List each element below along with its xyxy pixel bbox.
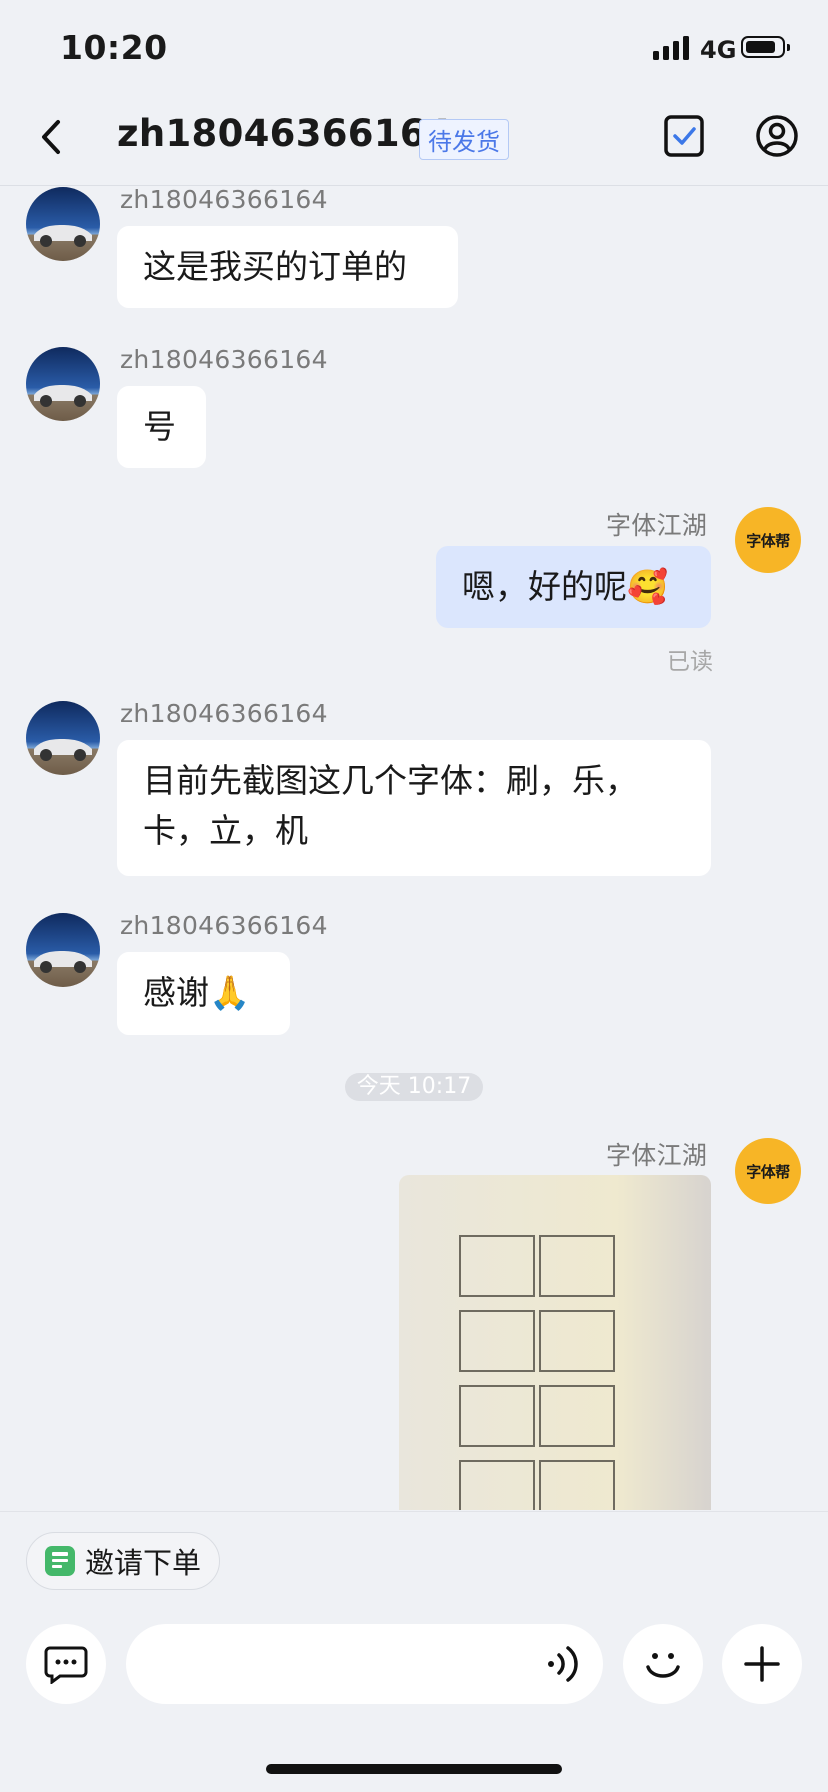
- car-avatar-icon: [34, 385, 92, 407]
- photo-cell: [539, 1385, 615, 1447]
- brand-logo-text: 字体帮: [746, 1162, 790, 1181]
- keyboard-toggle-button[interactable]: [26, 1624, 106, 1704]
- voice-button[interactable]: [543, 1641, 583, 1687]
- battery-icon: [741, 36, 790, 58]
- photo-cell: [459, 1235, 535, 1297]
- message-bubble[interactable]: 嗯，好的呢🥰: [436, 546, 711, 628]
- message-bubble[interactable]: 这是我买的订单的: [117, 226, 458, 308]
- timestamp-pill: 今天 10:17: [345, 1073, 483, 1101]
- message-bubble[interactable]: 目前先截图这几个字体：刷，乐， 卡，立，机: [117, 740, 711, 876]
- photo-cell: [459, 1385, 535, 1447]
- invite-order-label: 邀请下单: [85, 1546, 202, 1580]
- checkbox-icon: [664, 115, 704, 157]
- sender-name: zh18046366164: [120, 185, 328, 214]
- message-line: 目前先截图这几个字体：刷，乐，: [143, 761, 638, 800]
- back-button[interactable]: [30, 110, 74, 164]
- brand-logo-text: 字体帮: [746, 531, 790, 550]
- avatar[interactable]: [26, 187, 100, 261]
- home-indicator: [266, 1764, 562, 1774]
- sender-name: 字体江湖: [606, 1141, 708, 1170]
- avatar[interactable]: [26, 701, 100, 775]
- message-input[interactable]: [126, 1624, 603, 1704]
- message-bubble[interactable]: 号: [117, 386, 206, 468]
- plus-icon: [744, 1646, 780, 1682]
- order-status-badge: 待发货: [419, 119, 509, 160]
- more-button[interactable]: [722, 1624, 802, 1704]
- input-divider: [0, 1511, 828, 1512]
- message-line: 卡，立，机: [143, 811, 308, 850]
- emoji-button[interactable]: [623, 1624, 703, 1704]
- avatar[interactable]: [26, 347, 100, 421]
- car-avatar-icon: [34, 739, 92, 761]
- sender-name: 字体江湖: [606, 511, 708, 540]
- message-bubble[interactable]: 感谢🙏: [117, 952, 290, 1035]
- profile-button[interactable]: [754, 113, 800, 159]
- car-avatar-icon: [34, 225, 92, 247]
- task-button[interactable]: [662, 113, 708, 159]
- voice-wave-icon: [548, 1646, 578, 1682]
- page-title: zh18046366164: [117, 112, 452, 155]
- message-image[interactable]: [399, 1175, 711, 1510]
- avatar[interactable]: 字体帮: [735, 507, 801, 573]
- order-form-icon: [45, 1546, 75, 1576]
- status-time: 10:20: [60, 28, 168, 67]
- signal-icon: [653, 36, 691, 60]
- avatar[interactable]: [26, 913, 100, 987]
- smiley-icon: [646, 1653, 680, 1678]
- chat-keyboard-icon: [44, 1646, 88, 1684]
- photo-cell: [459, 1460, 535, 1510]
- photo-cell: [539, 1310, 615, 1372]
- photo-cell: [539, 1235, 615, 1297]
- read-receipt: 已读: [667, 649, 713, 675]
- sender-name: zh18046366164: [120, 911, 328, 940]
- user-circle-icon: [756, 115, 798, 157]
- photo-cell: [539, 1460, 615, 1510]
- avatar[interactable]: 字体帮: [735, 1138, 801, 1204]
- invite-order-button[interactable]: 邀请下单: [26, 1532, 221, 1590]
- chevron-left-icon: [42, 120, 60, 154]
- photo-cell: [459, 1310, 535, 1372]
- sender-name: zh18046366164: [120, 345, 328, 374]
- sender-name: zh18046366164: [120, 699, 328, 728]
- car-avatar-icon: [34, 951, 92, 973]
- network-type: 4G: [700, 36, 737, 64]
